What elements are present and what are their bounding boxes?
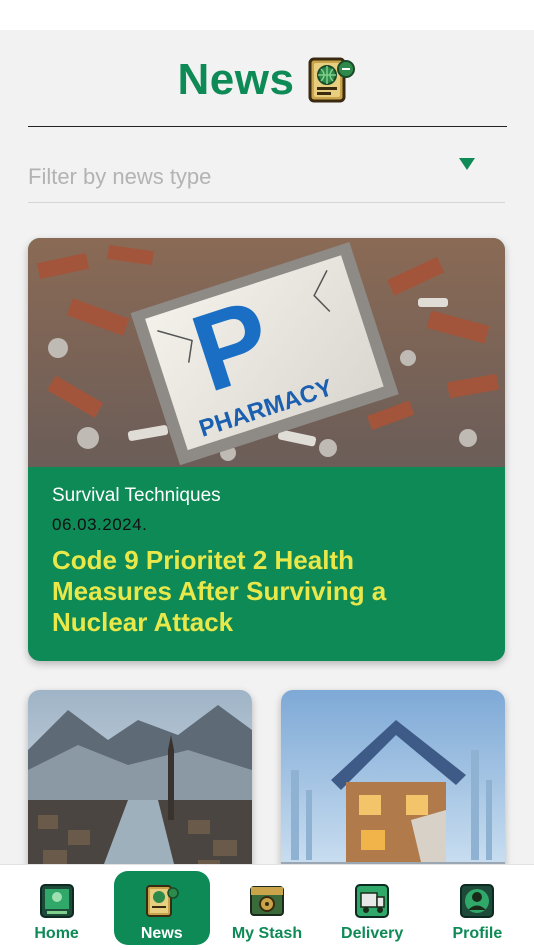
bottom-navigation: Home News My Stash Delivery Profile: [0, 864, 534, 950]
nav-label: My Stash: [231, 925, 303, 942]
status-bar: [0, 0, 534, 30]
nav-item-news[interactable]: News: [113, 871, 210, 945]
damaged-house-image: [281, 690, 505, 880]
nav-label: Profile: [452, 925, 503, 942]
flooded-valley-village-image: [28, 690, 252, 880]
news-date: 06.03.2024.: [52, 515, 148, 534]
news-app-icon: [308, 55, 356, 105]
nav-item-home[interactable]: Home: [9, 871, 105, 945]
featured-news-card[interactable]: P PHARMACY Survival Techniques 06.03.202…: [28, 238, 505, 661]
stash-icon: [249, 886, 284, 916]
header-divider: [28, 126, 507, 127]
nav-item-delivery[interactable]: Delivery: [324, 871, 420, 945]
delivery-truck-icon: [355, 884, 390, 918]
news-headline[interactable]: Code 9 Prioritet 2 Health Measures After…: [52, 545, 481, 638]
nav-item-profile[interactable]: Profile: [429, 871, 525, 945]
news-icon: [145, 885, 179, 917]
page-title: News: [177, 55, 295, 104]
home-icon: [39, 884, 74, 918]
news-category: Survival Techniques: [52, 485, 221, 506]
nav-label: News: [140, 925, 183, 942]
news-card[interactable]: [281, 690, 505, 880]
nav-label: Home: [34, 925, 79, 942]
nav-label: Delivery: [341, 925, 404, 942]
profile-icon: [460, 884, 495, 918]
news-card[interactable]: [28, 690, 252, 880]
page-header: News: [0, 50, 534, 110]
filter-placeholder: Filter by news type: [28, 164, 212, 189]
dropdown-caret-icon[interactable]: [459, 158, 475, 170]
news-type-filter[interactable]: Filter by news type: [28, 150, 505, 203]
nav-item-my-stash[interactable]: My Stash: [219, 871, 315, 945]
pharmacy-rubble-image: P PHARMACY: [28, 238, 505, 467]
